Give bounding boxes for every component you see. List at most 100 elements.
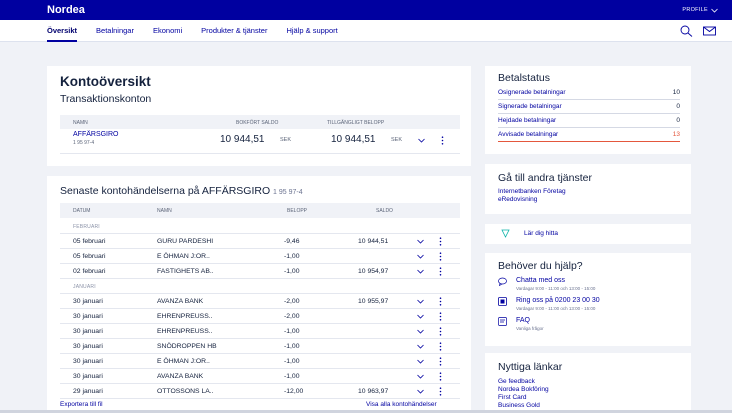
chevron-down-icon[interactable] xyxy=(418,138,425,143)
table-row[interactable]: 30 januari AVANZA BANK -2,00 10 955,97 xyxy=(60,294,460,309)
link-first-card[interactable]: First Card xyxy=(498,394,527,401)
table-row[interactable]: 29 januari OTTOSSONS LA.. -12,00 10 963,97 xyxy=(60,384,460,399)
col-name: NAMN xyxy=(157,208,172,214)
chevron-down-icon[interactable] xyxy=(417,344,424,349)
booked-balance: 10 944,51 xyxy=(220,134,265,145)
main-nav: Översikt Betalningar Ekonomi Produkter &… xyxy=(0,20,732,42)
tx-amount: -1,00 xyxy=(284,373,300,380)
transactions-account-number: 1 95 97-4 xyxy=(273,189,303,196)
status-label[interactable]: Signerade betalningar xyxy=(498,103,562,110)
chevron-down-icon[interactable] xyxy=(417,359,424,364)
chevron-down-icon[interactable] xyxy=(417,299,424,304)
learn-card[interactable]: Lär dig hitta xyxy=(485,224,691,244)
link-bokforing[interactable]: Nordea Bokföring xyxy=(498,386,549,393)
tab-oversikt[interactable]: Översikt xyxy=(47,20,78,42)
payment-status-title: Betalstatus xyxy=(498,72,550,84)
status-label[interactable]: Osignerade betalningar xyxy=(498,89,566,96)
tx-balance: 10 954,97 xyxy=(358,268,389,275)
status-count: 0 xyxy=(676,103,680,110)
tx-date: 30 januari xyxy=(73,328,103,335)
phone-icon xyxy=(498,297,507,306)
link-eredovisning[interactable]: eRedovisning xyxy=(498,196,537,203)
more-options-icon[interactable] xyxy=(439,267,442,276)
tx-date: 02 februari xyxy=(73,268,106,275)
table-row[interactable]: 30 januari E ÖHMAN J:OR.. -1,00 xyxy=(60,354,460,369)
chevron-down-icon[interactable] xyxy=(417,374,424,379)
show-all-link[interactable]: Visa alla kontohändelser xyxy=(366,401,437,408)
more-options-icon[interactable] xyxy=(441,136,444,145)
help-card: Behöver du hjälp? Chatta med oss Vardaga… xyxy=(485,253,691,346)
chevron-down-icon[interactable] xyxy=(417,314,424,319)
transactions-title: Senaste kontohändelserna på AFFÄRSGIRO 1… xyxy=(60,185,303,197)
help-title: Behöver du hjälp? xyxy=(498,260,583,272)
more-options-icon[interactable] xyxy=(439,252,442,261)
table-row[interactable]: 30 januari EHRENPREUSS.. -2,00 xyxy=(60,309,460,324)
col-available: TILLGÄNGLIGT BELOPP xyxy=(327,119,385,126)
tab-betalningar[interactable]: Betalningar xyxy=(96,20,134,42)
tab-hjalp[interactable]: Hjälp & support xyxy=(286,20,337,42)
status-label[interactable]: Hejdade betalningar xyxy=(498,117,556,124)
more-options-icon[interactable] xyxy=(439,342,442,351)
tx-date: 30 januari xyxy=(73,373,103,380)
mail-icon[interactable] xyxy=(703,25,716,37)
month-label: JANUARI xyxy=(73,284,96,290)
payment-status-row[interactable]: Avvisade betalningar 13 xyxy=(498,128,680,142)
payment-status-row[interactable]: Hejdade betalningar 0 xyxy=(498,114,680,128)
other-services-card: Gå till andra tjänster Internetbanken Fö… xyxy=(485,164,691,214)
useful-links-title: Nyttiga länkar xyxy=(498,361,563,373)
transactions-table-header: DATUM NAMN BELOPP SALDO xyxy=(60,203,460,218)
col-name: NAMN xyxy=(73,119,88,126)
faq-icon xyxy=(498,317,507,326)
table-row[interactable]: 02 februari FASTIGHETS AB.. -1,00 10 954,97 xyxy=(60,264,460,279)
tx-amount: -2,00 xyxy=(284,313,300,320)
tx-name: AVANZA BANK xyxy=(157,373,204,380)
tab-produkter[interactable]: Produkter & tjänster xyxy=(201,20,267,42)
phone-title[interactable]: Ring oss på 0200 23 00 30 xyxy=(516,297,600,304)
export-link[interactable]: Exportera till fil xyxy=(60,401,103,408)
table-row[interactable]: 30 januari EHRENPREUSS.. -1,00 xyxy=(60,324,460,339)
other-services-title: Gå till andra tjänster xyxy=(498,172,592,184)
chat-title[interactable]: Chatta med oss xyxy=(516,277,565,284)
account-number: 1 95 97-4 xyxy=(73,140,95,146)
tx-name: AVANZA BANK xyxy=(157,298,204,305)
link-internetbanken[interactable]: Internetbanken Företag xyxy=(498,188,566,195)
search-icon[interactable] xyxy=(680,25,693,37)
account-row[interactable]: AFFÄRSGIRO 1 95 97-4 10 944,51 SEK 10 94… xyxy=(60,129,460,154)
profile-label: PROFILE xyxy=(682,7,708,13)
chevron-down-icon[interactable] xyxy=(417,254,424,259)
more-options-icon[interactable] xyxy=(439,237,442,246)
table-row[interactable]: 05 februari GURU PARDESHI -9,46 10 944,51 xyxy=(60,234,460,249)
payment-status-row[interactable]: Signerade betalningar 0 xyxy=(498,100,680,114)
link-feedback[interactable]: Ge feedback xyxy=(498,378,535,385)
status-count: 10 xyxy=(672,89,680,96)
chat-hours: Vardagar 9:00 - 11:00 och 13:00 - 15:00 xyxy=(516,286,596,291)
learn-link[interactable]: Lär dig hitta xyxy=(524,230,558,237)
account-name[interactable]: AFFÄRSGIRO xyxy=(73,131,119,138)
tx-name: EHRENPREUSS.. xyxy=(157,313,213,320)
faq-title[interactable]: FAQ xyxy=(516,317,530,324)
col-balance: SALDO xyxy=(376,208,393,214)
chevron-down-icon[interactable] xyxy=(417,239,424,244)
more-options-icon[interactable] xyxy=(439,312,442,321)
nordea-logo[interactable]: Nordea xyxy=(47,4,85,16)
link-business-gold[interactable]: Business Gold xyxy=(498,402,540,409)
more-options-icon[interactable] xyxy=(439,372,442,381)
table-row[interactable]: 30 januari SNÖDROPPEN HB -1,00 xyxy=(60,339,460,354)
tx-name: E ÖHMAN J:OR.. xyxy=(157,358,210,365)
more-options-icon[interactable] xyxy=(439,387,442,396)
more-options-icon[interactable] xyxy=(439,327,442,336)
table-row[interactable]: 30 januari AVANZA BANK -1,00 xyxy=(60,369,460,384)
chevron-down-icon[interactable] xyxy=(417,269,424,274)
tx-name: SNÖDROPPEN HB xyxy=(157,343,217,350)
chevron-down-icon[interactable] xyxy=(417,329,424,334)
tx-date: 29 januari xyxy=(73,388,103,395)
payment-status-row[interactable]: Osignerade betalningar 10 xyxy=(498,86,680,100)
more-options-icon[interactable] xyxy=(439,297,442,306)
chevron-down-icon[interactable] xyxy=(417,389,424,394)
status-label[interactable]: Avvisade betalningar xyxy=(498,131,558,138)
more-options-icon[interactable] xyxy=(439,357,442,366)
tab-ekonomi[interactable]: Ekonomi xyxy=(153,20,182,42)
chevron-down-icon xyxy=(711,8,718,13)
table-row[interactable]: 05 februari E ÖHMAN J:OR.. -1,00 xyxy=(60,249,460,264)
profile-menu[interactable]: PROFILE xyxy=(682,7,718,13)
